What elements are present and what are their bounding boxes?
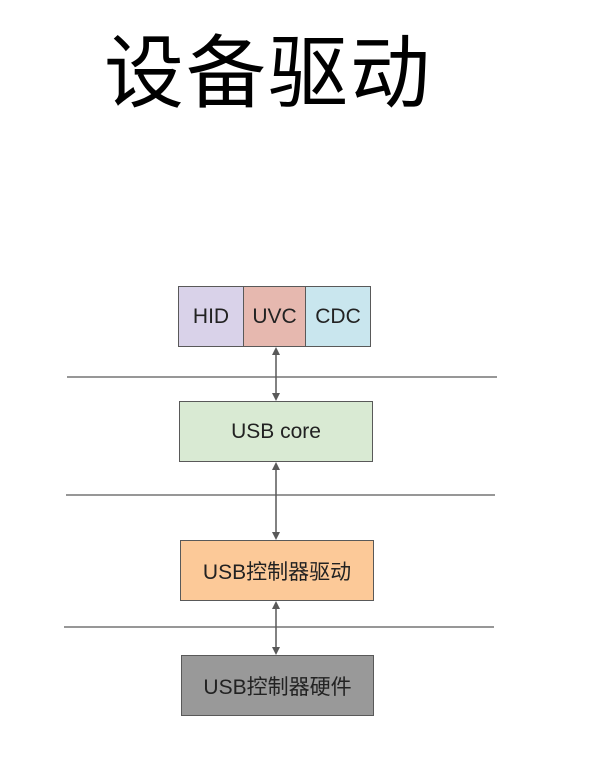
architecture-diagram bbox=[64, 347, 497, 655]
usb-core-box: USB core bbox=[179, 401, 373, 462]
usb-controller-hardware-box: USB控制器硬件 bbox=[181, 655, 374, 716]
uvc-box: UVC bbox=[243, 286, 306, 347]
usb-controller-driver-box: USB控制器驱动 bbox=[180, 540, 374, 601]
cdc-box: CDC bbox=[305, 286, 371, 347]
hid-box: HID bbox=[178, 286, 244, 347]
